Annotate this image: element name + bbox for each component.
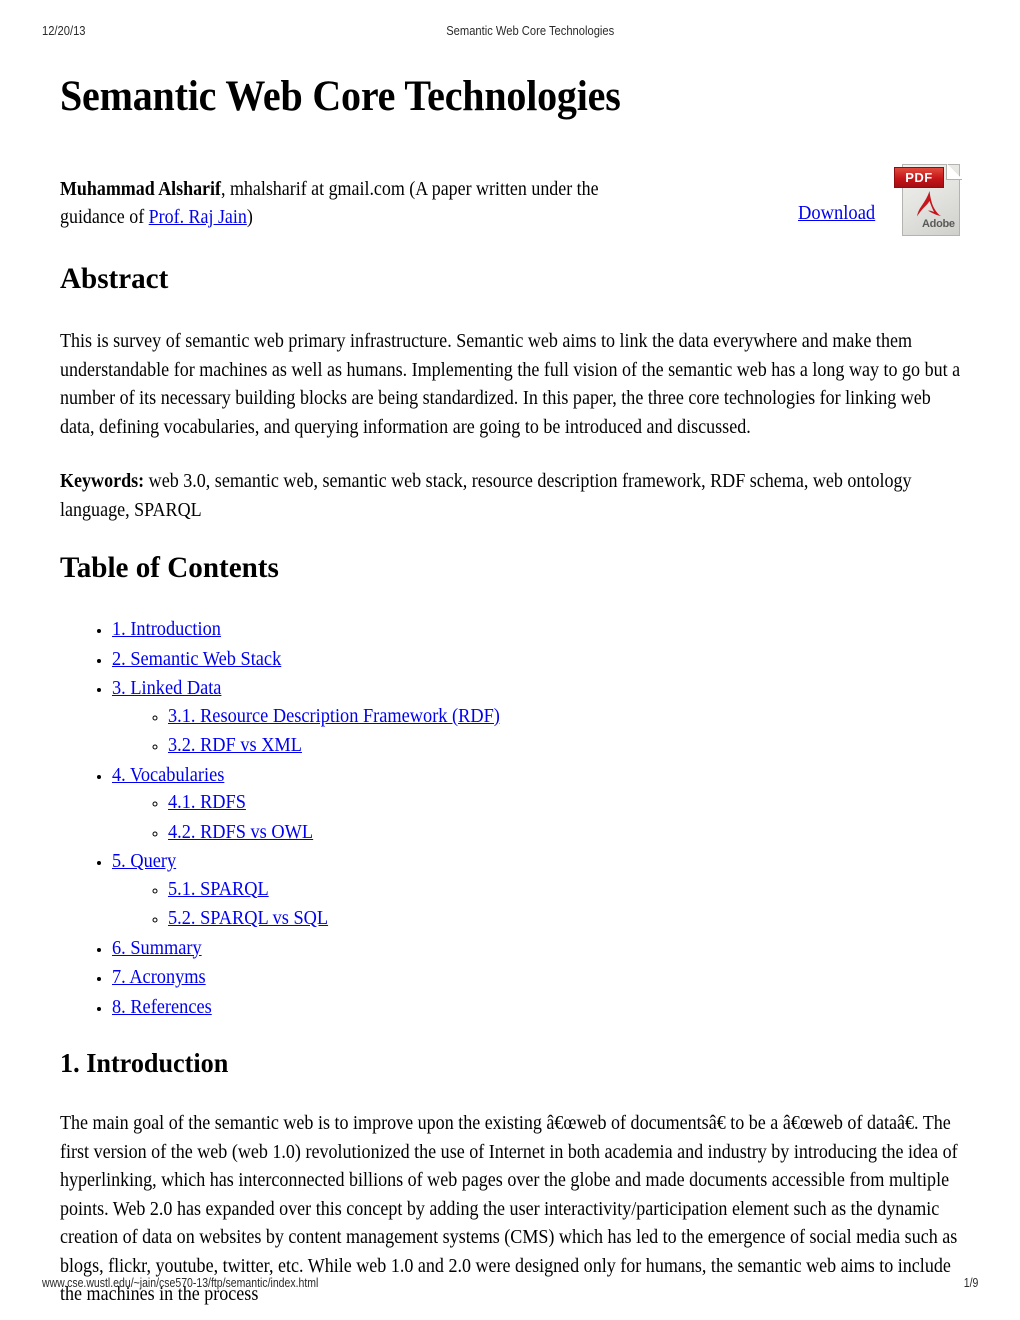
introduction-heading: 1. Introduction [60, 1048, 229, 1078]
toc-item: 8. References [112, 995, 960, 1023]
toc-sublink[interactable]: 3.1. Resource Description Framework (RDF… [168, 704, 500, 731]
toc-heading: Table of Contents [60, 551, 279, 584]
toc-sublist: 4.1. RDFS 4.2. RDFS vs OWL [112, 790, 960, 847]
adobe-logo-icon [917, 191, 941, 217]
toc-subitem: 3.1. Resource Description Framework (RDF… [168, 704, 960, 732]
toc-link[interactable]: 3. Linked Data [112, 676, 221, 703]
abstract-heading: Abstract [60, 262, 169, 295]
toc-link[interactable]: 8. References [112, 995, 212, 1022]
pdf-fold-corner-icon [946, 164, 962, 180]
toc-sublink[interactable]: 4.1. RDFS [168, 790, 246, 817]
toc-sublink[interactable]: 5.2. SPARQL vs SQL [168, 906, 328, 933]
print-header-title: Semantic Web Core Technologies [446, 23, 615, 38]
toc-item: 5. Query5.1. SPARQL5.2. SPARQL vs SQL [112, 849, 960, 934]
page-title: Semantic Web Core Technologies [60, 73, 621, 120]
abstract-paragraph: This is survey of semantic web primary i… [60, 331, 961, 438]
toc-link[interactable]: 5. Query [112, 849, 176, 876]
toc-link[interactable]: 1. Introduction [112, 617, 221, 644]
toc-spacer [60, 1024, 960, 1046]
toc-sublink[interactable]: 4.2. RDFS vs OWL [168, 820, 313, 847]
print-header: 12/20/13 Semantic Web Core Technologies [42, 22, 847, 40]
toc-subitem: 4.2. RDFS vs OWL [168, 820, 960, 848]
advisor-link[interactable]: Prof. Raj Jain [149, 204, 247, 232]
toc-item: 6. Summary [112, 936, 960, 964]
toc-subitem: 3.2. RDF vs XML [168, 733, 960, 761]
byline-text-after-link: ) [246, 207, 253, 228]
toc-subitem: 5.2. SPARQL vs SQL [168, 906, 960, 934]
author-byline: Muhammad Alsharif, mhalsharif at gmail.c… [60, 176, 649, 232]
pdf-banner-label: PDF [894, 167, 944, 188]
toc-item: 1. Introduction [112, 617, 960, 645]
download-link[interactable]: Download [798, 202, 875, 226]
toc-link[interactable]: 4. Vocabularies [112, 763, 224, 790]
toc-link[interactable]: 7. Acronyms [112, 965, 206, 992]
toc-sublink[interactable]: 3.2. RDF vs XML [168, 733, 302, 760]
toc-item: 2. Semantic Web Stack [112, 647, 960, 675]
toc-subitem: 4.1. RDFS [168, 790, 960, 818]
toc-item: 3. Linked Data3.1. Resource Description … [112, 676, 960, 761]
toc-sublink[interactable]: 5.1. SPARQL [168, 877, 269, 904]
adobe-wordmark: Adobe [922, 218, 955, 230]
author-name: Muhammad Alsharif [60, 179, 221, 200]
download-block: Download PDF Adobe [798, 160, 978, 244]
document-page: 12/20/13 Semantic Web Core Technologies … [0, 0, 1020, 1320]
toc-link[interactable]: 6. Summary [112, 936, 202, 963]
keywords-paragraph: Keywords: web 3.0, semantic web, semanti… [60, 468, 962, 525]
print-footer-page: 1/9 [963, 1276, 978, 1290]
toc-item: 4. Vocabularies4.1. RDFS 4.2. RDFS vs OWL [112, 763, 960, 848]
toc-link[interactable]: 2. Semantic Web Stack [112, 647, 281, 674]
toc-item: 7. Acronyms [112, 965, 960, 993]
toc-subitem: 5.1. SPARQL [168, 877, 960, 905]
print-footer-url: www.cse.wustl.edu/~jain/cse570-13/ftp/se… [42, 1276, 319, 1290]
toc-list: 1. Introduction 2. Semantic Web Stack3. L… [60, 617, 960, 1022]
document-content: Semantic Web Core Technologies Muhammad … [60, 72, 962, 1320]
pdf-adobe-icon[interactable]: PDF Adobe [894, 160, 968, 240]
print-header-date: 12/20/13 [42, 23, 86, 38]
byline-row: Muhammad Alsharif, mhalsharif at gmail.c… [60, 164, 962, 236]
toc-sublist: 5.1. SPARQL5.2. SPARQL vs SQL [112, 877, 960, 934]
keywords-label: Keywords: [60, 471, 145, 492]
keywords-text: web 3.0, semantic web, semantic web stac… [60, 471, 912, 521]
toc-sublist: 3.1. Resource Description Framework (RDF… [112, 704, 960, 761]
print-footer: www.cse.wustl.edu/~jain/cse570-13/ftp/se… [42, 1274, 978, 1292]
